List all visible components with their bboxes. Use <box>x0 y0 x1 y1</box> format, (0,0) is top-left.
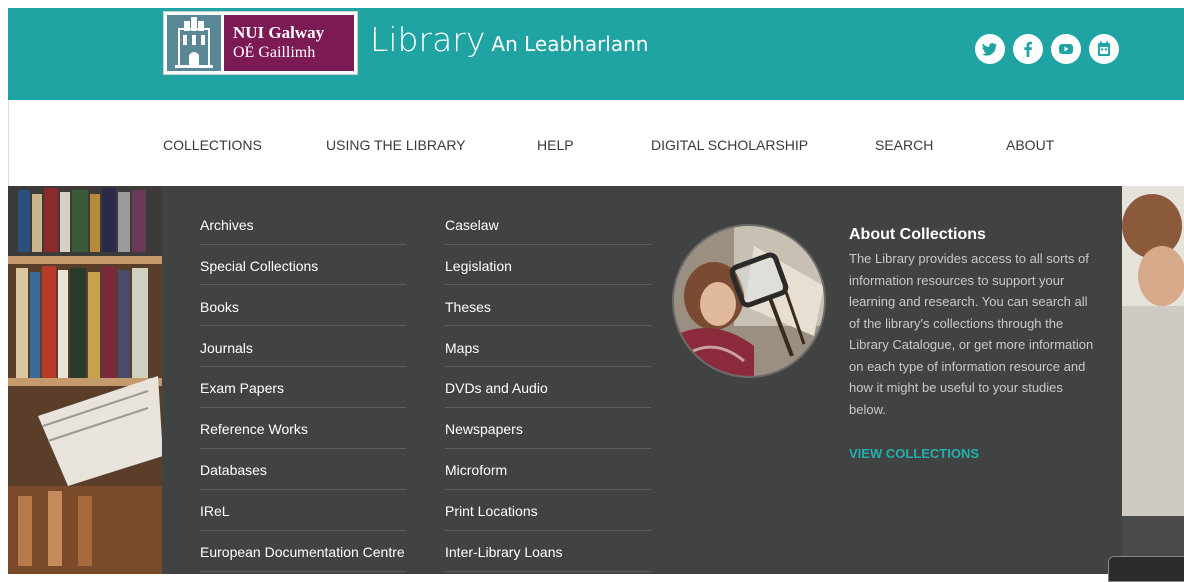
menu-divider <box>200 325 406 326</box>
menu-link-european-documentation-centre[interactable]: European Documentation Centre <box>200 544 405 560</box>
hero-background-image <box>8 186 163 574</box>
nav-item-collections[interactable]: COLLECTIONS <box>163 137 262 153</box>
menu-divider <box>445 244 651 245</box>
menu-divider <box>200 284 406 285</box>
menu-link-databases[interactable]: Databases <box>200 462 267 478</box>
menu-link-newspapers[interactable]: Newspapers <box>445 421 523 437</box>
about-collections-title: About Collections <box>849 226 986 243</box>
twitter-icon[interactable] <box>975 34 1005 64</box>
menu-divider <box>445 489 651 490</box>
menu-link-irel[interactable]: IReL <box>200 503 230 519</box>
menu-divider <box>445 366 651 367</box>
logo-line-irish: OÉ Gaillimh <box>233 44 316 61</box>
nav-item-search[interactable]: SEARCH <box>875 137 933 153</box>
menu-link-reference-works[interactable]: Reference Works <box>200 421 308 437</box>
site-title-sub: An Leabharlann <box>491 32 649 56</box>
menu-divider <box>200 244 406 245</box>
about-collections-description: The Library provides access to all sorts… <box>849 251 1094 417</box>
menu-link-exam-papers[interactable]: Exam Papers <box>200 380 284 396</box>
facebook-icon[interactable] <box>1013 34 1043 64</box>
menu-link-inter-library-loans[interactable]: Inter-Library Loans <box>445 544 563 560</box>
menu-divider <box>445 571 651 572</box>
nav-item-about[interactable]: ABOUT <box>1006 137 1054 153</box>
nav-item-using-the-library[interactable]: USING THE LIBRARY <box>326 137 466 153</box>
nui-galway-logo[interactable]: NUI Galway OÉ Gaillimh <box>163 11 358 75</box>
menu-divider <box>445 325 651 326</box>
calendar-icon[interactable] <box>1089 34 1119 64</box>
menu-link-books[interactable]: Books <box>200 299 239 315</box>
menu-link-theses[interactable]: Theses <box>445 299 491 315</box>
menu-divider <box>445 284 651 285</box>
collections-mega-menu: Archives Special Collections Books Journ… <box>162 186 1122 574</box>
logo-wordmark: NUI Galway OÉ Gaillimh <box>224 15 354 71</box>
menu-link-dvds-and-audio[interactable]: DVDs and Audio <box>445 380 548 396</box>
menu-divider <box>445 448 651 449</box>
nav-item-digital-scholarship[interactable]: DIGITAL SCHOLARSHIP <box>651 137 808 153</box>
menu-link-microform[interactable]: Microform <box>445 462 507 478</box>
menu-link-legislation[interactable]: Legislation <box>445 258 512 274</box>
site-header: NUI Galway OÉ Gaillimh Library An Leabhar… <box>8 8 1184 100</box>
menu-link-archives[interactable]: Archives <box>200 217 254 233</box>
university-crest-icon <box>167 15 221 71</box>
menu-divider <box>200 571 406 572</box>
site-title[interactable]: Library An Leabharlann <box>370 20 648 59</box>
nav-item-help[interactable]: HELP <box>537 137 574 153</box>
view-collections-link[interactable]: VIEW COLLECTIONS <box>849 446 979 461</box>
menu-link-print-locations[interactable]: Print Locations <box>445 503 538 519</box>
youtube-icon[interactable] <box>1051 34 1081 64</box>
logo-line-english: NUI Galway <box>233 23 325 42</box>
menu-link-maps[interactable]: Maps <box>445 340 479 356</box>
menu-link-journals[interactable]: Journals <box>200 340 253 356</box>
menu-divider <box>200 489 406 490</box>
menu-divider <box>200 530 406 531</box>
hero-background-image-right <box>1122 186 1184 574</box>
site-title-main: Library <box>370 20 486 59</box>
menu-link-caselaw[interactable]: Caselaw <box>445 217 499 233</box>
menu-divider <box>200 448 406 449</box>
collections-feature-image <box>672 224 826 378</box>
menu-divider <box>445 407 651 408</box>
menu-divider <box>445 530 651 531</box>
main-navigation: COLLECTIONS USING THE LIBRARY HELP DIGIT… <box>8 100 1184 186</box>
menu-divider <box>200 366 406 367</box>
chat-widget-tab[interactable] <box>1108 556 1184 582</box>
menu-divider <box>200 407 406 408</box>
menu-link-special-collections[interactable]: Special Collections <box>200 258 318 274</box>
